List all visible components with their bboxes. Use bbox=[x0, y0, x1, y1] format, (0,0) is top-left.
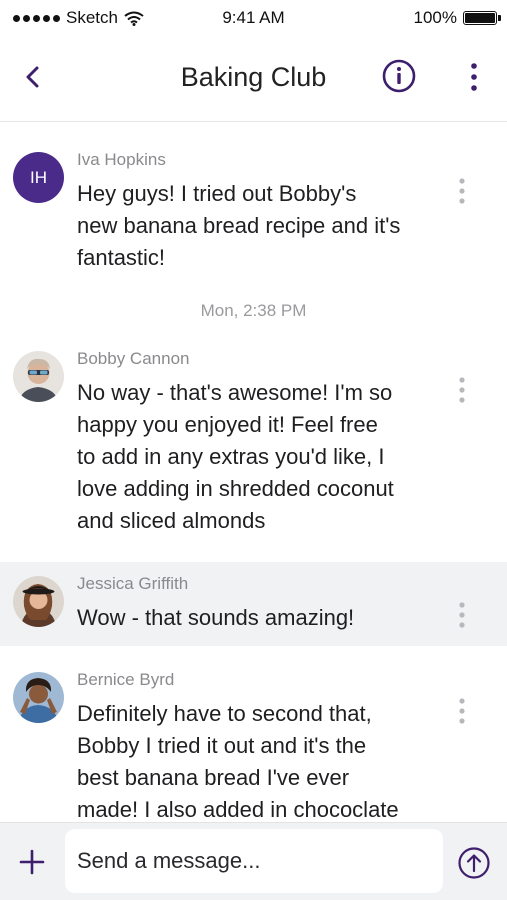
message-options-icon[interactable] bbox=[452, 375, 472, 405]
user-photo-icon bbox=[13, 672, 64, 723]
battery-icon bbox=[463, 11, 501, 25]
info-circle-icon[interactable] bbox=[381, 58, 417, 94]
message-input[interactable] bbox=[65, 829, 443, 893]
sender-name: Iva Hopkins bbox=[77, 150, 166, 169]
battery-fill bbox=[465, 13, 495, 23]
avatar[interactable]: IH bbox=[13, 152, 64, 203]
avatar[interactable] bbox=[13, 576, 64, 627]
chat-header: Baking Club bbox=[0, 38, 507, 122]
chat-title: Baking Club bbox=[180, 62, 327, 92]
message-options-icon[interactable] bbox=[452, 696, 472, 726]
message-composer bbox=[0, 822, 507, 900]
message-item: IH Iva Hopkins Hey guys! I tried out Bob… bbox=[0, 122, 507, 282]
plus-icon[interactable] bbox=[17, 847, 47, 877]
sender-name: Bernice Byrd bbox=[77, 670, 175, 689]
timestamp-divider: Mon, 2:38 PM bbox=[200, 301, 307, 320]
message-text: No way - that's awesome! I'm so happy yo… bbox=[77, 380, 394, 533]
message-options-icon[interactable] bbox=[452, 600, 472, 630]
message-text: Hey guys! I tried out Bobby's new banana… bbox=[77, 181, 401, 270]
vertical-dots-icon[interactable] bbox=[464, 60, 484, 94]
avatar[interactable] bbox=[13, 351, 64, 402]
user-photo-icon bbox=[13, 351, 64, 402]
status-right: 100% bbox=[413, 8, 501, 28]
send-arrow-up-icon[interactable] bbox=[457, 846, 491, 880]
message-item: Bobby Cannon No way - that's awesome! I'… bbox=[0, 337, 507, 562]
message-text: Definitely have to second that, Bobby I … bbox=[77, 701, 399, 822]
status-bar: Sketch 9:41 AM 100% bbox=[0, 0, 507, 38]
message-options-icon[interactable] bbox=[452, 176, 472, 206]
user-photo-icon bbox=[13, 576, 64, 627]
message-item: Bernice Byrd Definitely have to second t… bbox=[0, 646, 507, 822]
sender-name: Bobby Cannon bbox=[77, 349, 190, 368]
message-item-highlighted: Jessica Griffith Wow - that sounds amazi… bbox=[0, 562, 507, 646]
message-text: Wow - that sounds amazing! bbox=[77, 605, 355, 630]
avatar[interactable] bbox=[13, 672, 64, 723]
sender-name: Jessica Griffith bbox=[77, 574, 189, 593]
battery-percent: 100% bbox=[413, 8, 457, 27]
message-list[interactable]: IH Iva Hopkins Hey guys! I tried out Bob… bbox=[0, 122, 507, 822]
